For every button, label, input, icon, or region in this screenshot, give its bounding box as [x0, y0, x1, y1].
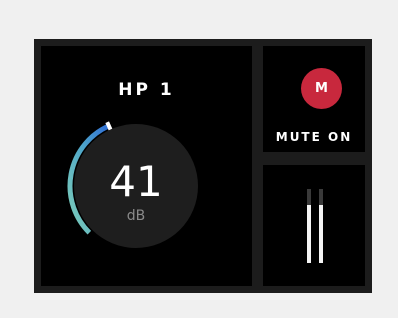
volume-value: 41 — [109, 157, 163, 206]
mute-button[interactable]: M — [301, 68, 342, 109]
volume-panel: HP 1 41 dB — [41, 46, 252, 286]
level-meter-panel — [263, 165, 365, 286]
volume-unit: dB — [126, 208, 146, 224]
mute-panel: M MUTE ON — [263, 46, 365, 152]
volume-knob[interactable]: 41 dB — [64, 114, 208, 258]
level-meter-right-fill — [319, 205, 323, 263]
level-meter-left-fill — [307, 205, 311, 263]
level-meter-left — [307, 189, 311, 263]
headphone-mixer-widget: HP 1 41 dB M MUTE ON — [34, 39, 372, 293]
mute-status-label: MUTE ON — [275, 130, 353, 144]
level-meter-right — [319, 189, 323, 263]
channel-title: HP 1 — [118, 80, 175, 100]
